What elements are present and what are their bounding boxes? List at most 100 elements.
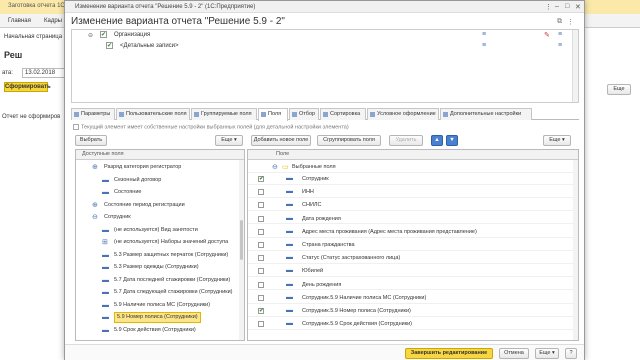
field-checkbox[interactable] [258,202,264,209]
selected-field-row[interactable]: ▬ Юбилей [248,265,578,278]
field-icon: ▬ [102,301,109,309]
available-field-label: Состояние период регистрации [104,201,185,208]
scroll-thumb[interactable] [240,220,243,260]
help-button[interactable]: ? [565,348,577,359]
field-checkbox[interactable] [258,321,264,328]
select-button[interactable]: Выбрать [75,135,107,146]
selected-field-row[interactable]: ✔ ▬ Сотрудник.5.9 Номер полиса (Сотрудники… [248,305,578,317]
maximize-icon[interactable]: □ [565,3,569,10]
cancel-button[interactable]: Отмена [499,348,529,359]
available-scrollbar[interactable] [239,160,244,340]
form-report-button[interactable]: Сформировать [4,82,51,92]
bg-more-button[interactable]: Еще [607,84,631,95]
field-checkbox[interactable]: ✔ [258,308,264,314]
collapse-icon[interactable]: ⊖ [272,163,278,171]
selected-field-row[interactable]: ✔ ▬ Сотрудник [248,173,578,185]
move-down-button[interactable]: ▼ [446,135,458,146]
own-settings-option[interactable]: Текущий элемент имеет собственные настро… [73,124,349,130]
available-field-item[interactable]: ▬ Сезонный договор [76,175,244,186]
own-settings-checkbox[interactable] [73,124,79,130]
close-icon[interactable]: ✕ [575,3,581,11]
date-field[interactable]: 13.02.2018 [22,68,66,78]
available-field-item[interactable]: ⊕ Разряд категория регистратор [76,162,244,173]
structure-row[interactable]: ⊖ ✔ Организация ≡ ✎ ≡ [72,30,572,40]
selected-field-row[interactable]: ▬ Сотрудник.5.9 Наличие полиса МС (Сотруд… [248,292,578,304]
field-checkbox[interactable] [258,255,264,262]
available-field-item[interactable]: ▬ 5.9 Срок действия (Сотрудники) [76,325,244,336]
left-more-button[interactable]: Еще ▾ [215,135,243,146]
expand-icon[interactable]: ⊖ [92,212,98,223]
available-field-item[interactable]: ⊕ Состояние период регистрации [76,200,244,211]
available-field-label: Сезонный договор [114,176,162,183]
available-field-label: Разряд категория регистратор [104,164,182,170]
start-page-tab[interactable]: Начальная страница [4,34,62,40]
tab-fields[interactable]: Поля [258,108,288,121]
expand-icon[interactable]: ⊕ [92,200,98,211]
more-actions-icon[interactable]: ⋮ [567,18,574,26]
footer-more-button[interactable]: Еще ▾ [535,348,559,359]
selected-field-row[interactable]: ▬ День рождения [248,279,578,291]
window-menu-icon[interactable]: ⋮ [545,3,552,11]
available-field-label: 5.9 Срок действия (Сотрудники) [114,326,196,333]
link-icon[interactable]: ⧉ [557,18,562,26]
selected-field-row[interactable]: ▬ Сотрудник.5.9 Срок действия (Сотрудники… [248,318,578,331]
add-field-button[interactable]: Добавить новое поле [251,135,311,146]
tab-parameters[interactable]: Параметры [71,108,115,120]
tab-sort[interactable]: Сортировка [320,108,366,120]
nav-hr[interactable]: Кадры [44,18,62,24]
structure-scrollbar[interactable] [572,30,578,102]
available-field-item[interactable]: ▬ 5.9 Наличие полиса МС (Сотрудники) [76,300,244,311]
selected-field-row[interactable]: ▬ Дата рождения [248,213,578,225]
available-field-item[interactable]: ▬ 5.7 Дата последней стажировки (Сотрудни… [76,275,244,286]
available-field-label: (не используется) Вид занятости [114,226,198,233]
group-fields-button[interactable]: Сгруппировать поля [317,135,381,146]
available-field-item[interactable]: ▬ Состояние [76,187,244,198]
field-checkbox[interactable] [258,281,264,288]
selected-field-label: Сотрудник.5.9 Срок действия (Сотрудники) [302,321,413,328]
available-field-item[interactable]: ⊞ (не используется) Наборы значений досту… [76,237,244,248]
field-icon: ▬ [286,201,293,209]
available-field-label: 5.9 Наличие полиса МС (Сотрудники) [114,301,211,308]
field-checkbox[interactable]: ✔ [258,176,264,182]
field-icon: ▬ [286,254,293,262]
field-checkbox[interactable] [258,228,264,235]
finish-editing-button[interactable]: Завершить редактирование [405,348,493,359]
delete-button[interactable]: Удалить [389,135,423,146]
field-checkbox[interactable] [258,294,264,301]
selected-field-row[interactable]: ▬ СНИЛС [248,199,578,212]
field-checkbox[interactable] [258,268,264,275]
available-field-item[interactable]: ⊖ Сотрудник [76,212,244,223]
structure-row[interactable]: ✔ <Детальные записи> ≡ ≡ [72,41,572,51]
row-checkbox[interactable]: ✔ [100,31,107,38]
expand-icon[interactable]: ⊞ [102,237,108,248]
move-up-button[interactable]: ▲ [431,135,443,146]
selected-fields-group[interactable]: ⊖ ▭ Выбранные поля [248,161,578,173]
selected-field-row[interactable]: ▬ Страна гражданства [248,239,578,251]
selected-field-row[interactable]: ▬ Статус (Статус застрахованного лица) [248,252,578,265]
available-field-item[interactable]: ▬ 5.3 Размер защитных перчаток (Сотрудник… [76,250,244,261]
available-field-item[interactable]: ▬ 5.7 Дата следующей стажировки (Сотрудни… [76,287,244,298]
tab-conditional-format[interactable]: Условное оформление [367,108,439,120]
available-field-item[interactable]: ▬ 5.3 Размер одежды (Сотрудники) [76,262,244,273]
selected-scrollbar[interactable] [573,160,578,340]
edit-icon[interactable]: ✎ [544,31,550,39]
selected-field-row[interactable]: ▬ Адрес места проживания (Адрес места про… [248,226,578,238]
tab-group-fields[interactable]: Группируемые поля [191,108,257,120]
tab-label: Сортировка [330,111,361,117]
collapse-icon[interactable]: ⊖ [88,32,93,39]
field-checkbox[interactable] [258,189,264,196]
tab-filter[interactable]: Отбор [289,108,319,120]
field-checkbox[interactable] [258,215,264,222]
available-field-item[interactable]: ▬ 5.9 Номер полиса (Сотрудники) [76,312,244,323]
tab-additional-settings[interactable]: Дополнительные настройки [440,108,532,120]
field-icon: ▬ [102,314,109,321]
row-checkbox[interactable]: ✔ [106,42,113,49]
selected-field-row[interactable]: ▬ ИНН [248,186,578,199]
available-field-item[interactable]: ▬ (не используется) Вид занятости [76,225,244,236]
field-checkbox[interactable] [258,242,264,248]
tab-user-fields[interactable]: Пользовательские поля [116,108,190,120]
expand-icon[interactable]: ⊕ [92,162,98,173]
right-more-button[interactable]: Еще ▾ [543,135,571,146]
nav-home[interactable]: Главная [8,18,31,24]
minimize-icon[interactable]: – [555,3,559,10]
